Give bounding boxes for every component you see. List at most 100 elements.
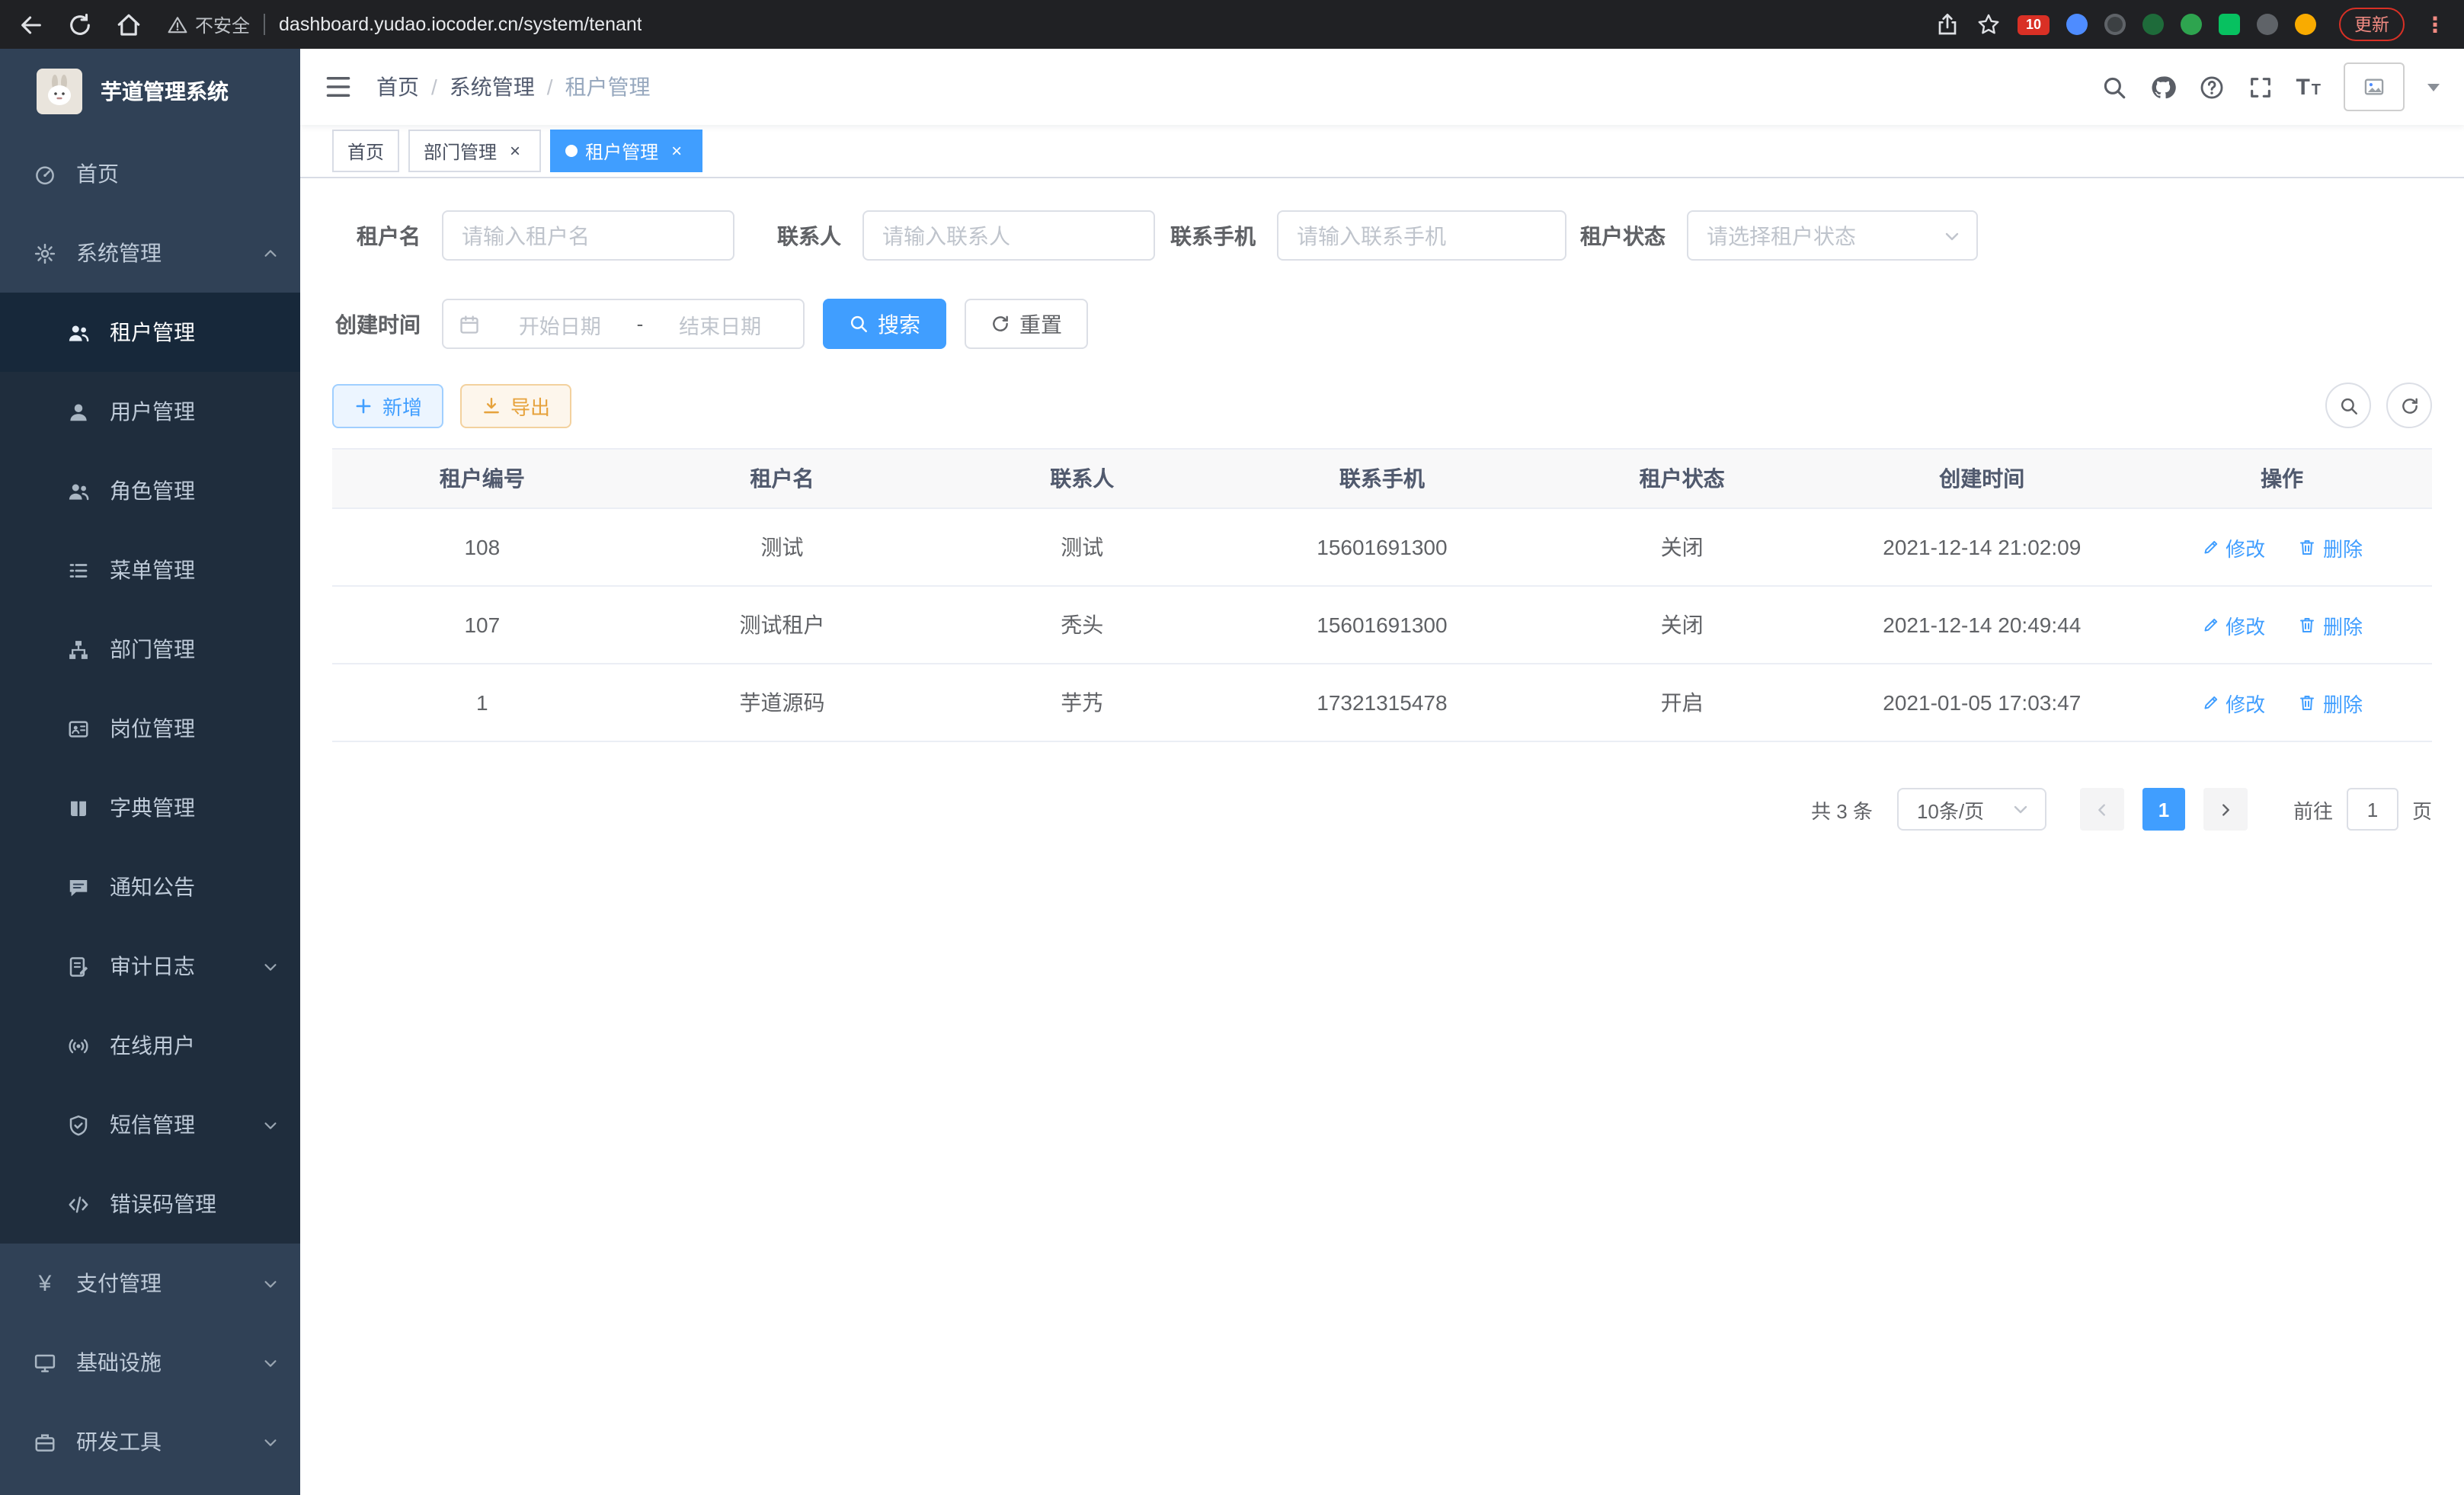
sidebar-item-dept[interactable]: 部门管理 — [0, 610, 300, 689]
current-page-button[interactable]: 1 — [2142, 788, 2185, 831]
sidebar-item-role[interactable]: 角色管理 — [0, 451, 300, 530]
delete-link[interactable]: 删除 — [2299, 533, 2363, 562]
edit-link[interactable]: 修改 — [2201, 610, 2265, 639]
breadcrumb-home[interactable]: 首页 — [376, 72, 419, 102]
sidebar-item-post[interactable]: 岗位管理 — [0, 689, 300, 768]
sidebar-toggle-icon[interactable] — [325, 73, 352, 101]
sidebar-item-online-users[interactable]: 在线用户 — [0, 1006, 300, 1085]
sidebar: 芋道管理系统 首页 系统管理 租户管理 用户管理 角色管理 菜单管理 — [0, 49, 300, 1495]
page-size-select[interactable]: 10条/页 — [1897, 788, 2046, 831]
url-text[interactable]: dashboard.yudao.iocoder.cn/system/tenant — [279, 14, 642, 35]
help-icon[interactable] — [2198, 74, 2224, 100]
extension-icon[interactable] — [2219, 14, 2240, 35]
browser-reload-icon[interactable] — [67, 11, 93, 37]
sidebar-item-label: 短信管理 — [110, 1109, 195, 1140]
edit-link[interactable]: 修改 — [2201, 688, 2265, 717]
next-page-button[interactable] — [2203, 788, 2248, 831]
cell-contact: 芋艿 — [932, 664, 1232, 741]
browser-menu-icon[interactable]: ⋮ — [2424, 14, 2446, 35]
user-menu-caret-icon[interactable] — [2427, 83, 2440, 91]
fullscreen-icon[interactable] — [2247, 74, 2273, 100]
trash-icon — [2299, 616, 2317, 634]
sidebar-item-tenant[interactable]: 租户管理 — [0, 293, 300, 372]
github-icon[interactable] — [2149, 74, 2175, 100]
sidebar-item-menu[interactable]: 菜单管理 — [0, 530, 300, 610]
cell-tenant-id: 108 — [332, 508, 632, 586]
app-logo[interactable]: 芋道管理系统 — [0, 49, 300, 134]
sidebar-group-system[interactable]: 系统管理 — [0, 213, 300, 293]
prev-page-button[interactable] — [2080, 788, 2124, 831]
col-created: 创建时间 — [1832, 449, 2132, 508]
people-icon — [67, 479, 90, 502]
address-bar[interactable]: 不安全 dashboard.yudao.iocoder.cn/system/te… — [168, 5, 1920, 44]
update-label: 更新 — [2354, 12, 2389, 37]
chevron-up-icon — [262, 245, 279, 261]
chevron-down-icon — [262, 1116, 279, 1133]
phone-input[interactable] — [1277, 210, 1566, 261]
edit-link[interactable]: 修改 — [2201, 533, 2265, 562]
sidebar-group-audit-log[interactable]: 审计日志 — [0, 927, 300, 1006]
chrome-update-button[interactable]: 更新 — [2339, 8, 2405, 41]
status-select[interactable]: 请选择租户状态 — [1687, 210, 1978, 261]
contact-input[interactable] — [862, 210, 1155, 261]
col-tenant-id: 租户编号 — [332, 449, 632, 508]
document-icon — [67, 955, 90, 978]
phone-label: 联系手机 — [1170, 220, 1256, 251]
close-icon[interactable] — [666, 140, 687, 162]
extension-icon[interactable] — [2295, 14, 2316, 35]
sidebar-item-notice[interactable]: 通知公告 — [0, 847, 300, 927]
sidebar-item-label: 岗位管理 — [110, 713, 195, 744]
sidebar-group-infra[interactable]: 基础设施 — [0, 1323, 300, 1402]
extension-badge[interactable]: 10 — [2018, 14, 2050, 34]
avatar[interactable] — [2344, 62, 2405, 111]
sidebar-group-dev-tools[interactable]: 研发工具 — [0, 1402, 300, 1481]
pagination-goto: 前往 页 — [2293, 788, 2432, 831]
search-button[interactable]: 搜索 — [823, 299, 946, 349]
shield-icon — [67, 1113, 90, 1136]
security-chip[interactable]: 不安全 — [168, 11, 250, 37]
bookmark-star-icon[interactable] — [1976, 12, 2001, 37]
reset-button[interactable]: 重置 — [965, 299, 1088, 349]
refresh-icon — [990, 314, 1010, 334]
start-date-placeholder: 开始日期 — [492, 309, 628, 339]
goto-page-input[interactable] — [2347, 788, 2398, 831]
extension-icon[interactable] — [2142, 14, 2164, 35]
extension-icon[interactable] — [2066, 14, 2088, 35]
delete-link[interactable]: 删除 — [2299, 610, 2363, 639]
toolbar-right — [2325, 383, 2432, 428]
close-icon[interactable] — [504, 140, 526, 162]
page-content: 租户名 联系人 联系手机 租户状态 请选择租户状态 创建时间 开始日期 - — [300, 178, 2464, 831]
sidebar-item-dict[interactable]: 字典管理 — [0, 768, 300, 847]
delete-link[interactable]: 删除 — [2299, 688, 2363, 717]
extension-icon[interactable] — [2257, 14, 2278, 35]
browser-home-icon[interactable] — [116, 11, 142, 37]
tab-dept[interactable]: 部门管理 — [408, 130, 541, 172]
font-size-icon[interactable]: TT — [2296, 75, 2321, 98]
browser-back-icon[interactable] — [18, 11, 44, 37]
tab-tenant[interactable]: 租户管理 — [550, 130, 702, 172]
cell-status: 关闭 — [1532, 508, 1832, 586]
refresh-table-button[interactable] — [2386, 383, 2432, 428]
tab-home[interactable]: 首页 — [332, 130, 399, 172]
cell-contact: 测试 — [932, 508, 1232, 586]
extension-icon[interactable] — [2181, 14, 2202, 35]
sidebar-item-label: 租户管理 — [110, 317, 195, 347]
rabbit-logo-icon — [41, 73, 78, 110]
export-button[interactable]: 导出 — [460, 383, 571, 427]
tenant-name-input[interactable] — [442, 210, 734, 261]
sidebar-item-error-code[interactable]: 错误码管理 — [0, 1164, 300, 1244]
sidebar-group-payment[interactable]: ¥ 支付管理 — [0, 1244, 300, 1323]
sidebar-group-sms[interactable]: 短信管理 — [0, 1085, 300, 1164]
extension-icon[interactable] — [2104, 14, 2126, 35]
trash-icon — [2299, 538, 2317, 556]
sidebar-item-home[interactable]: 首页 — [0, 134, 300, 213]
sidebar-item-user[interactable]: 用户管理 — [0, 372, 300, 451]
share-icon[interactable] — [1935, 12, 1960, 37]
date-range-picker[interactable]: 开始日期 - 结束日期 — [442, 299, 805, 349]
add-button[interactable]: 新增 — [332, 383, 443, 427]
breadcrumb-system[interactable]: 系统管理 — [450, 72, 535, 102]
toggle-search-button[interactable] — [2325, 383, 2371, 428]
search-icon — [849, 314, 869, 334]
header-search-icon[interactable] — [2101, 74, 2126, 100]
sidebar-item-label: 用户管理 — [110, 396, 195, 427]
